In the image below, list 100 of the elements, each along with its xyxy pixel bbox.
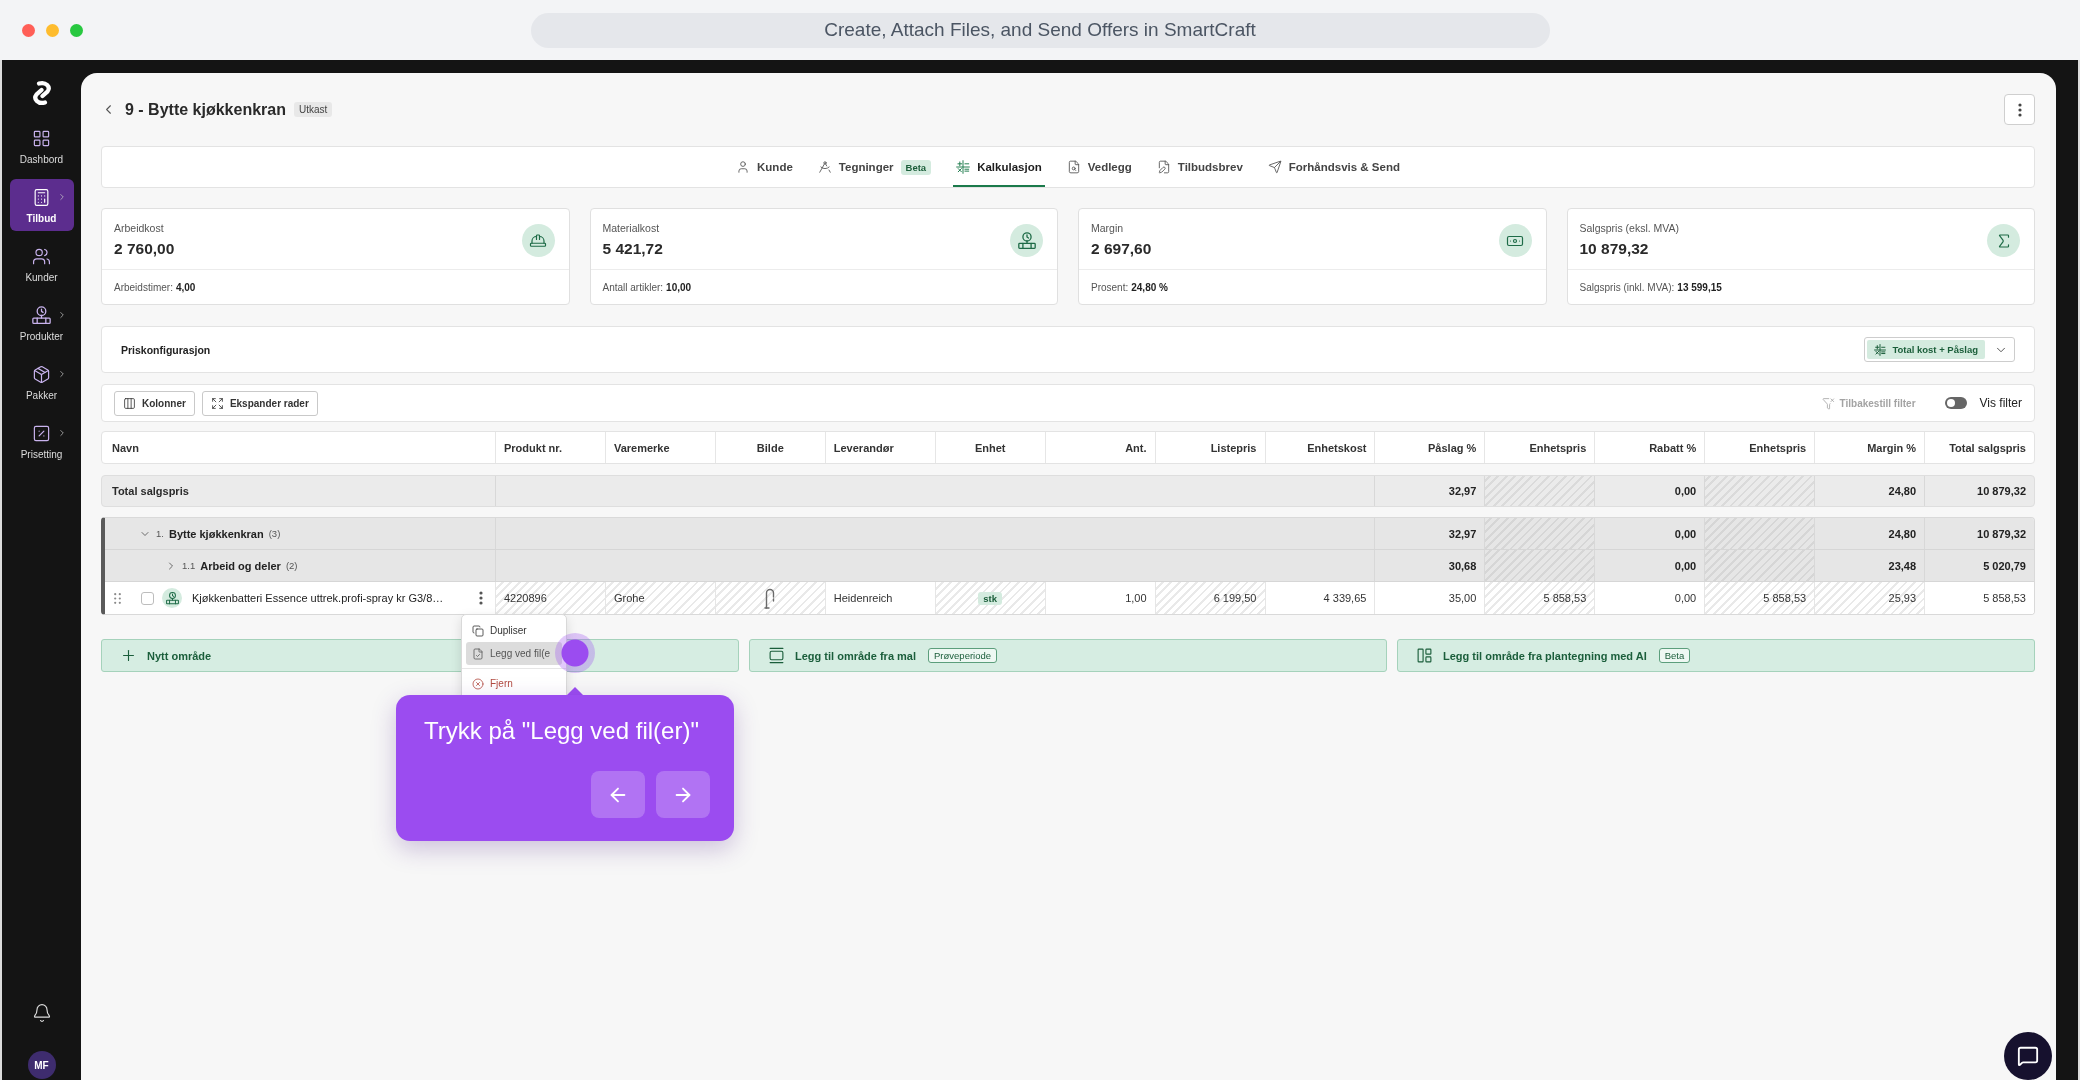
column-header: Enhetskost — [1264, 432, 1375, 463]
card-footer-label: Arbeidstimer: — [114, 281, 173, 293]
card-label: Arbeidkost — [114, 222, 164, 234]
tooltip-text: Trykk på "Legg ved fil(er)" — [424, 717, 700, 745]
window-close-button[interactable] — [22, 23, 35, 37]
table-cell: 4220896 — [495, 582, 605, 614]
chat-bubble-icon — [2017, 1045, 2039, 1067]
group-count: (2) — [285, 560, 298, 571]
row-checkbox[interactable] — [141, 591, 154, 605]
card-footer-value: 13 599,15 — [1677, 281, 1722, 293]
column-header: Navn — [111, 440, 140, 456]
user-avatar[interactable]: MF — [27, 1051, 56, 1079]
tab[interactable]: Kunde — [733, 147, 796, 187]
window-maximize-button[interactable] — [70, 23, 83, 37]
column-header: Margin % — [1814, 432, 1925, 463]
card-label: Salgspris (eksl. MVA) — [1579, 222, 1680, 234]
tab[interactable]: Tilbudsbrev — [1153, 147, 1246, 187]
column-header: Total salgspris — [1924, 432, 2034, 463]
tab[interactable]: Tegninger Beta — [814, 147, 935, 187]
kebab-menu-icon[interactable] — [479, 591, 483, 605]
column-header: Bilde — [714, 432, 825, 463]
sidebar-item[interactable]: Tilbud — [9, 179, 74, 231]
table-cell: 32,97 — [1374, 476, 1485, 506]
chat-button[interactable] — [2004, 1032, 2052, 1080]
column-header: Rabatt % — [1594, 432, 1705, 463]
calculator-icon — [32, 188, 51, 207]
pricing-mode-value: Total kost + Påslag — [1892, 344, 1978, 355]
card-value: 10 879,32 — [1579, 240, 1649, 258]
sidebar-item[interactable]: Produkter — [9, 297, 74, 349]
table-cell: 25,93 — [1814, 582, 1925, 614]
unit-badge: stk — [978, 591, 1003, 605]
table-cell: 0,00 — [1594, 518, 1705, 549]
file-pen-icon — [1156, 160, 1171, 174]
column-header: Enhetspris — [1484, 432, 1595, 463]
tab[interactable]: Kalkulasjon — [953, 147, 1045, 187]
card-footer-value: 4,00 — [175, 281, 196, 293]
column-header: Varemerke — [604, 432, 715, 463]
expand-icon — [210, 396, 224, 410]
card-footer-value: 10,00 — [666, 281, 692, 293]
column-header: Produkt nr. — [495, 432, 605, 463]
tab[interactable]: Forhåndsvis & Send — [1264, 147, 1403, 187]
toolbar-button[interactable]: Kolonner — [114, 390, 195, 416]
gauge-icon — [162, 588, 182, 608]
menu-item[interactable]: Fjern — [466, 672, 562, 695]
card-footer-value: 24,80 % — [1131, 281, 1168, 293]
card-footer-label: Antall artikler: — [602, 281, 664, 293]
menu-item[interactable]: Dupliser — [466, 619, 562, 642]
kebab-menu-icon — [2017, 102, 2022, 117]
card-label: Margin — [1091, 222, 1124, 234]
filter-toggle-switch[interactable] — [1944, 397, 1967, 409]
group-name: Arbeid og deler — [200, 559, 281, 572]
table-cell: 6 199,50 — [1154, 582, 1265, 614]
sidebar-item[interactable]: Pakker — [9, 356, 74, 408]
card-footer-label: Prosent: — [1091, 281, 1129, 293]
user-icon — [736, 160, 751, 174]
toolbar-button[interactable]: Ekspander rader — [201, 390, 318, 416]
sidebar-item[interactable]: Prisetting — [9, 415, 74, 467]
banknote-icon — [1498, 224, 1532, 257]
layout-panel-icon — [1416, 647, 1433, 664]
package-icon — [32, 365, 51, 384]
table-cell: Grohe — [604, 582, 715, 614]
file-search-icon — [1066, 160, 1081, 174]
bell-icon[interactable] — [31, 1003, 52, 1023]
add-button-badge: Prøveperiode — [928, 648, 998, 663]
gauge-icon — [1010, 224, 1043, 257]
menu-item[interactable]: Legg ved fil(e — [466, 642, 562, 665]
item-name: Kjøkkenbatteri Essence uttrek.profi-spray kr G3/8… — [192, 592, 444, 604]
column-header: Enhet — [934, 432, 1045, 463]
tab[interactable]: Vedlegg — [1063, 147, 1135, 187]
card-value: 5 421,72 — [602, 240, 663, 258]
group-number: 1. — [156, 528, 164, 539]
tab-badge: Beta — [900, 159, 932, 175]
table-cell: 5 858,53 — [1924, 582, 2034, 614]
pricing-mode-select[interactable]: Total kost + Påslag — [1864, 337, 2015, 362]
sidebar-item[interactable]: Kunder — [9, 238, 74, 290]
table-cell: 10 879,32 — [1924, 518, 2034, 549]
hotspot-icon[interactable] — [555, 633, 595, 673]
add-area-button[interactable]: Legg til område fra mal Prøveperiode — [749, 639, 1387, 672]
filter-toggle-label: Vis filter — [1979, 396, 2022, 410]
file-check-icon — [472, 647, 484, 660]
previous-button[interactable] — [591, 771, 645, 818]
card-footer-label: Salgspris (inkl. MVA): — [1579, 281, 1675, 293]
table-cell: 30,68 — [1374, 550, 1485, 581]
group-name: Bytte kjøkkenkran — [168, 527, 264, 540]
group-number: 1.1 — [182, 560, 196, 571]
math-operators-icon — [1874, 343, 1887, 356]
stacked-panels-icon — [768, 647, 785, 664]
table-cell: 32,97 — [1374, 518, 1485, 549]
column-header: Ant. — [1044, 432, 1155, 463]
table-cell: 10 879,32 — [1924, 476, 2034, 506]
more-options-button[interactable] — [2004, 94, 2035, 125]
column-header: Listepris — [1154, 432, 1265, 463]
next-button[interactable] — [656, 771, 710, 818]
grid-icon — [32, 129, 51, 148]
add-area-button[interactable]: Legg til område fra plantegning med AI Beta — [1397, 639, 2035, 672]
send-icon — [1267, 160, 1282, 174]
sidebar-item[interactable]: Dashbord — [9, 120, 74, 172]
column-header: Enhetspris — [1704, 432, 1815, 463]
panel-title: Priskonfigurasjon — [121, 343, 211, 356]
drag-handle-icon[interactable] — [114, 592, 121, 604]
